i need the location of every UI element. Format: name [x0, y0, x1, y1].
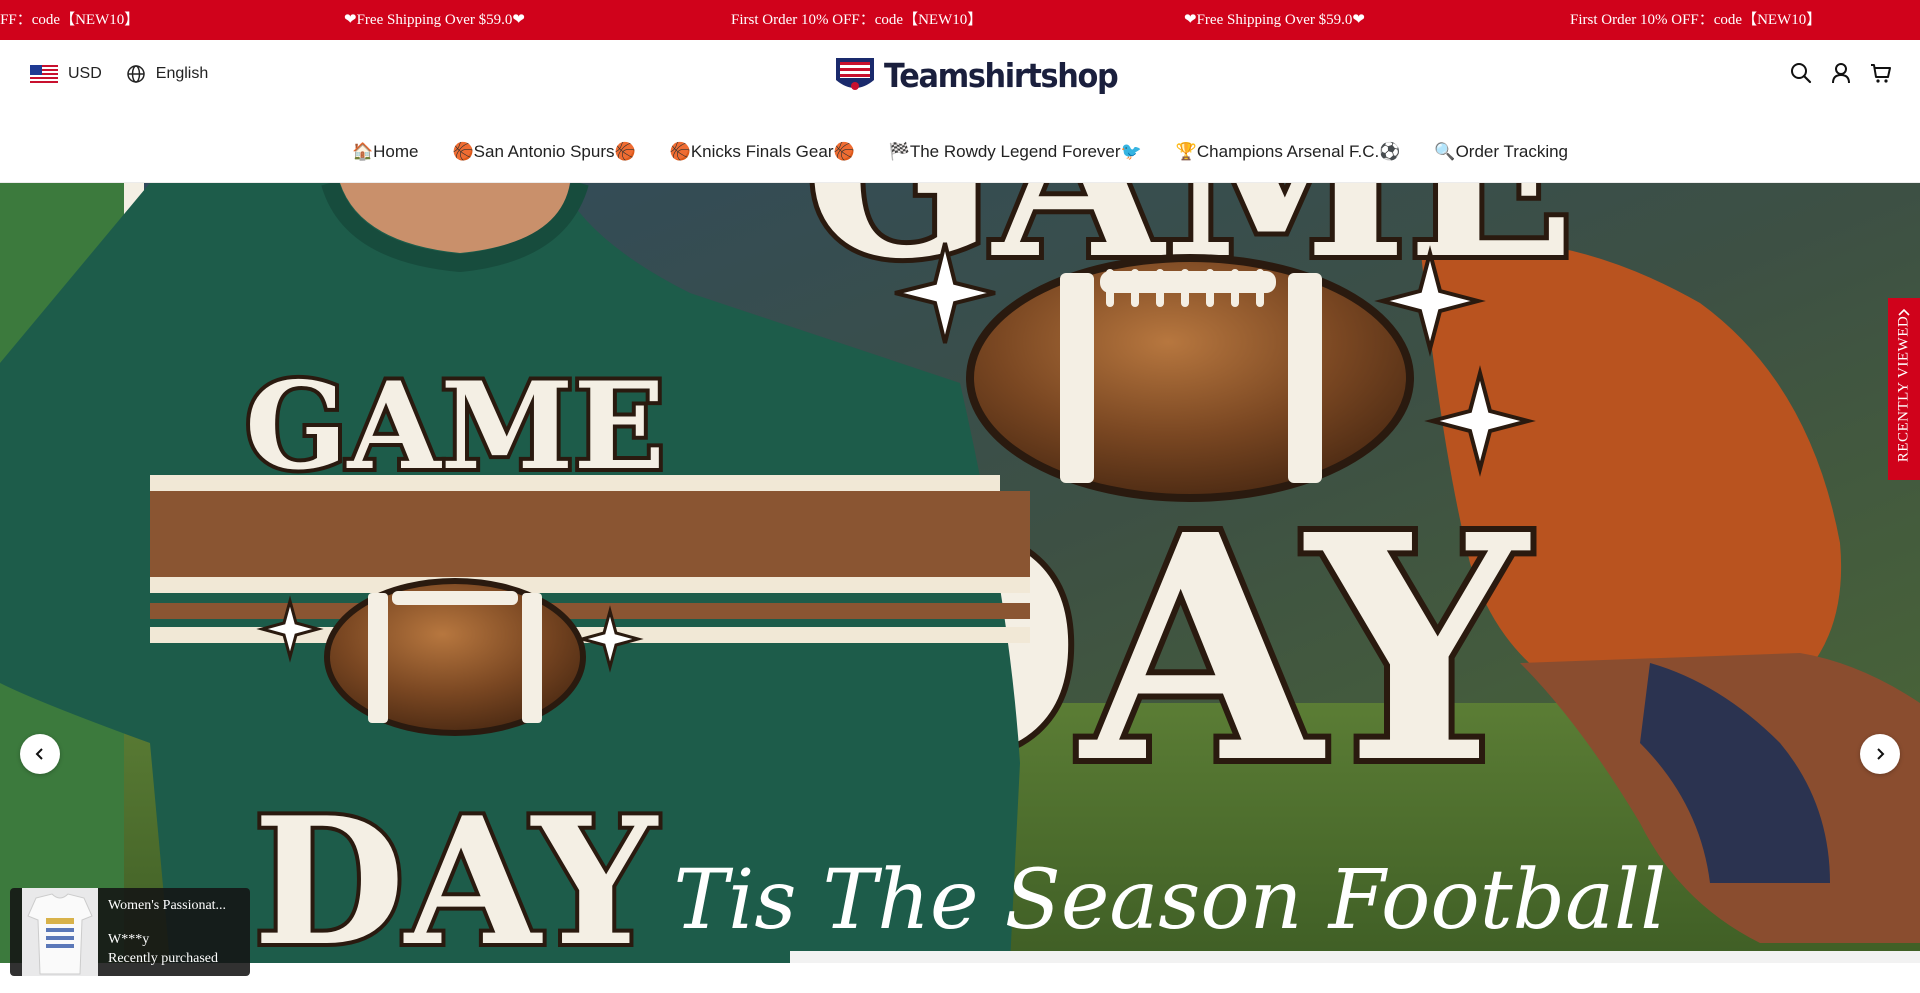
- hero-banner[interactable]: GAME DAY GAME: [0, 183, 1920, 963]
- currency-selector[interactable]: USD: [68, 65, 102, 83]
- nav-knicks-finals-gear[interactable]: 🏀Knicks Finals Gear🏀: [670, 132, 855, 172]
- chevron-left-icon: [35, 748, 43, 760]
- announcement-discount: First Order 10% OFF：code【NEW10】: [731, 12, 983, 28]
- shirt-game-text: GAME: [245, 356, 665, 497]
- nav-order-tracking[interactable]: 🔍Order Tracking: [1434, 132, 1568, 172]
- main-navigation: 🏠Home 🏀San Antonio Spurs🏀 🏀Knicks Finals…: [0, 132, 1920, 172]
- shirt-day-text: DAY: [253, 780, 659, 963]
- announcement-bar: First Order 10% OFF：code【NEW10】 ❤Free Sh…: [0, 0, 1920, 40]
- account-icon[interactable]: [1830, 62, 1852, 84]
- locale-switcher: USD English: [30, 64, 208, 84]
- site-logo[interactable]: Teamshirtshop: [832, 50, 1138, 100]
- hero-script-text: Tis The Season Football: [673, 853, 1666, 948]
- globe-icon: [127, 65, 145, 83]
- popup-status: Recently purchased: [108, 951, 219, 966]
- recently-viewed-label: RECENTLY VIEWED: [1895, 315, 1912, 463]
- nav-champions-arsenal[interactable]: 🏆Champions Arsenal F.C.⚽: [1176, 132, 1401, 172]
- hero-image: GAME DAY GAME: [0, 183, 1920, 963]
- recently-viewed-tab[interactable]: RECENTLY VIEWED: [1888, 298, 1920, 480]
- announcement-shipping: ❤Free Shipping Over $59.0❤: [1184, 12, 1365, 28]
- nav-san-antonio-spurs[interactable]: 🏀San Antonio Spurs🏀: [452, 132, 635, 172]
- announcement-discount: First Order 10% OFF：code【NEW10】: [0, 12, 140, 28]
- site-header: USD English Teamshirtshop 🏠Home 🏀San Ant…: [0, 40, 1920, 183]
- next-slide-button[interactable]: [1860, 734, 1900, 774]
- product-thumbnail: [22, 888, 98, 976]
- chevron-right-icon: [1877, 748, 1885, 760]
- search-icon[interactable]: [1790, 62, 1812, 84]
- nav-rowdy-legend[interactable]: 🏁The Rowdy Legend Forever🐦: [889, 132, 1142, 172]
- announcement-discount: First Order 10% OFF：code【NEW10】: [1570, 12, 1822, 28]
- recent-purchase-popup[interactable]: Women's Passionat... W***y Recently purc…: [10, 888, 250, 976]
- logo-emblem-icon: [836, 58, 874, 90]
- us-flag-icon: [30, 65, 58, 83]
- header-actions: [1790, 62, 1892, 84]
- cart-icon[interactable]: [1870, 62, 1892, 84]
- nav-home[interactable]: 🏠Home: [352, 132, 419, 172]
- logo-text: Teamshirtshop: [884, 55, 1119, 95]
- language-selector[interactable]: English: [156, 65, 208, 83]
- previous-slide-button[interactable]: [20, 734, 60, 774]
- popup-buyer: W***y: [108, 932, 150, 947]
- popup-product-name: Women's Passionat...: [108, 898, 227, 913]
- announcement-shipping: ❤Free Shipping Over $59.0❤: [344, 12, 525, 28]
